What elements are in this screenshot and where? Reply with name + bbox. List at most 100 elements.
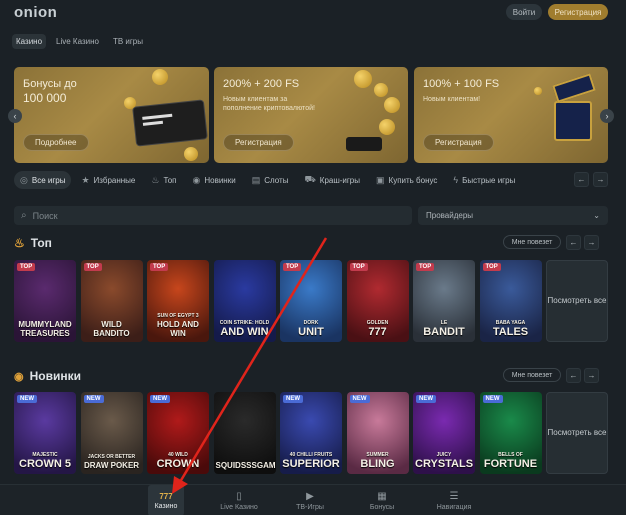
banner-next-arrow-icon[interactable]: ›	[600, 109, 614, 123]
game-name: SQUIDSSSGAME	[215, 461, 276, 470]
game-card[interactable]: SQUIDSSSGAME	[213, 392, 276, 474]
category-fast-games[interactable]: ϟ Быстрые игры	[447, 171, 521, 189]
category-prev-icon[interactable]: ←	[574, 172, 589, 187]
see-all-button[interactable]: Посмотреть все	[546, 392, 608, 474]
game-title: 40 CHILLI FRUITS SUPERIOR	[280, 452, 342, 470]
hand-icon	[346, 137, 382, 151]
banner-register-button[interactable]: Регистрация	[223, 134, 294, 151]
nav-casino[interactable]: 777 Казино	[148, 485, 184, 515]
game-card[interactable]: NEW MAJESTIC CROWN 5	[14, 392, 76, 474]
prev-arrow-icon[interactable]: ←	[566, 235, 581, 250]
game-name: TALES	[492, 326, 529, 338]
tv-icon: ▶	[306, 490, 314, 502]
search-input[interactable]	[32, 210, 333, 221]
coin-icon	[379, 119, 395, 135]
coin-icon	[354, 70, 372, 88]
nav-live-casino[interactable]: ▯ Live Казино	[214, 485, 264, 515]
header: onion Войти Регистрация	[0, 0, 626, 28]
game-name: BANDIT	[423, 326, 465, 338]
banner-subtitle: Новым клиентам!	[423, 96, 481, 103]
gift-lid-icon	[552, 73, 596, 103]
game-name: UNIT	[298, 326, 324, 338]
login-button[interactable]: Войти	[506, 4, 542, 20]
game-name: 777	[368, 326, 387, 338]
game-badge: NEW	[482, 395, 503, 403]
game-title: SUN OF EGYPT 3 HOLD AND WIN	[147, 313, 209, 338]
category-top[interactable]: ♨ Топ	[145, 171, 182, 189]
nav-tv-games[interactable]: ▶ ТВ-Игры	[290, 485, 330, 515]
category-arrows: ← →	[574, 172, 608, 187]
section-title: Топ	[30, 236, 52, 250]
game-card[interactable]: NEW BELLS OF FORTUNE	[479, 392, 542, 474]
coin-icon	[534, 87, 542, 95]
game-card[interactable]: COIN STRIKE: HOLD AND WIN	[213, 260, 276, 342]
category-next-icon[interactable]: →	[593, 172, 608, 187]
game-card[interactable]: TOP GOLDEN 777	[346, 260, 409, 342]
category-new[interactable]: ◉ Новинки	[187, 171, 242, 189]
prev-arrow-icon[interactable]: ←	[566, 368, 581, 383]
section-arrows: ← →	[566, 235, 599, 250]
banner-details-button[interactable]: Подробнее	[23, 134, 89, 151]
providers-select[interactable]: Провайдеры ⌄	[418, 206, 608, 225]
game-card[interactable]: TOP BABA YAGA TALES	[479, 260, 542, 342]
crash-icon: ⛟	[304, 174, 316, 184]
lucky-button[interactable]: Мне повезет	[503, 235, 561, 249]
category-favorites[interactable]: ★ Избранные	[75, 171, 141, 189]
game-name: SUPERIOR	[282, 458, 340, 470]
banner-register-button[interactable]: Регистрация	[423, 134, 494, 151]
wallet-icon	[132, 99, 208, 147]
game-title: MAJESTIC CROWN 5	[14, 452, 76, 470]
tab-tv-games[interactable]: ТВ игры	[109, 34, 147, 49]
game-name: FORTUNE	[483, 458, 538, 470]
game-card[interactable]: TOP DORK UNIT	[280, 260, 342, 342]
category-buy-bonus[interactable]: ▣ Купить бонус	[370, 171, 443, 189]
game-badge: TOP	[416, 263, 435, 271]
game-card[interactable]: NEW 40 WILD CROWN	[147, 392, 209, 474]
game-name: HOLD AND WIN	[157, 320, 199, 338]
banner-prev-arrow-icon[interactable]: ‹	[8, 109, 22, 123]
search-bar[interactable]: ⌕	[14, 206, 412, 225]
search-icon: ⌕	[21, 210, 27, 221]
next-arrow-icon[interactable]: →	[584, 368, 599, 383]
nav-bonuses[interactable]: ▦ Бонусы	[364, 485, 400, 515]
cards-icon: ▯	[236, 490, 242, 502]
star-icon: ★	[81, 174, 90, 185]
providers-label: Провайдеры	[426, 211, 474, 220]
register-button[interactable]: Регистрация	[548, 4, 608, 20]
game-name: CROWN 5	[19, 458, 71, 470]
tab-live-casino[interactable]: Live Казино	[52, 34, 103, 49]
banner-bonus[interactable]: Бонусы до 100 000 Подробнее	[14, 67, 209, 163]
banner-new-clients[interactable]: 100% + 100 FS Новым клиентам! Регистраци…	[414, 67, 608, 163]
game-card[interactable]: TOP SUN OF EGYPT 3 HOLD AND WIN	[147, 260, 209, 342]
category-slots[interactable]: ▤ Слоты	[246, 171, 295, 189]
slot-icon: ▤	[251, 174, 261, 185]
game-card[interactable]: TOP LE BANDIT	[413, 260, 475, 342]
game-name: AND WIN	[220, 326, 269, 338]
coin-icon	[184, 147, 198, 161]
casino-page: onion Войти Регистрация Казино Live Кази…	[0, 0, 626, 515]
coin-icon	[152, 69, 168, 85]
game-badge: TOP	[150, 263, 169, 271]
game-card[interactable]: TOP WILD BANDITO	[80, 260, 143, 342]
bonus-icon: ▣	[376, 174, 385, 185]
game-card[interactable]: NEW JUICY CRYSTALS	[413, 392, 475, 474]
game-title: BABA YAGA TALES	[480, 320, 542, 338]
lucky-button[interactable]: Мне повезет	[503, 368, 561, 382]
game-title: JACKS OR BETTER DRAW POKER	[81, 454, 143, 470]
nav-navigation[interactable]: ☰ Навигация	[432, 485, 476, 515]
tab-casino[interactable]: Казино	[12, 34, 47, 49]
game-card[interactable]: NEW SUMMER BLING	[346, 392, 409, 474]
see-all-button[interactable]: Посмотреть все	[546, 260, 608, 342]
next-arrow-icon[interactable]: →	[584, 235, 599, 250]
banner-crypto[interactable]: 200% + 200 FS Новым клиентам за пополнен…	[214, 67, 408, 163]
category-crash[interactable]: ⛟ Краш-игры	[298, 171, 366, 189]
game-card[interactable]: NEW JACKS OR BETTER DRAW POKER	[80, 392, 143, 474]
game-title: WILD BANDITO	[81, 320, 143, 338]
game-subtitle: JACKS OR BETTER	[87, 454, 136, 460]
logo[interactable]: onion	[14, 4, 57, 21]
game-card[interactable]: TOP MUMMYLAND TREASURES	[14, 260, 76, 342]
category-all-games[interactable]: ◎ Все игры	[14, 171, 72, 189]
game-card[interactable]: NEW 40 CHILLI FRUITS SUPERIOR	[280, 392, 342, 474]
new-icon: ◉	[192, 174, 201, 185]
coin-icon	[124, 97, 136, 109]
